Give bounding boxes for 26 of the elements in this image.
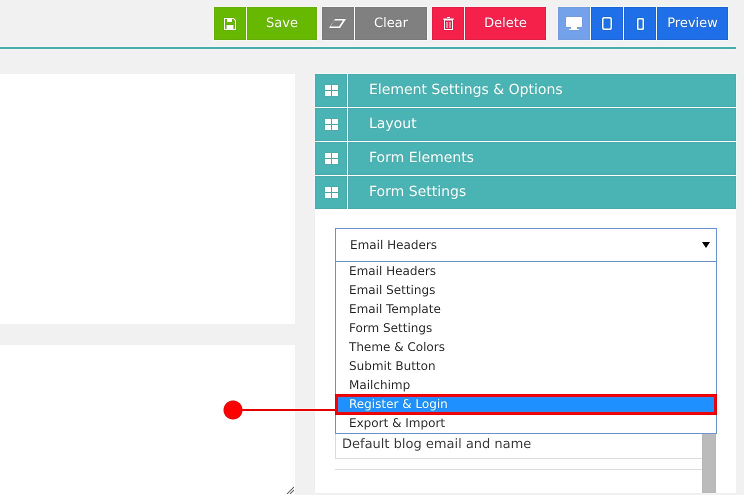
resize-grip-icon[interactable] bbox=[286, 486, 294, 494]
phone-icon bbox=[636, 18, 644, 30]
monitor-icon bbox=[566, 17, 582, 30]
tablet-icon bbox=[602, 17, 612, 30]
preview-button[interactable]: Preview bbox=[657, 7, 728, 40]
grid-icon bbox=[324, 187, 338, 198]
dropdown-option[interactable]: Mailchimp bbox=[336, 376, 716, 395]
save-icon[interactable] bbox=[214, 7, 246, 40]
settings-select[interactable]: Email Headers bbox=[335, 228, 717, 262]
dropdown-option[interactable]: Email Settings bbox=[336, 281, 716, 300]
eraser-icon[interactable] bbox=[322, 7, 354, 40]
dropdown-arrow-icon bbox=[702, 242, 710, 248]
dropdown-option[interactable]: Theme & Colors bbox=[336, 338, 716, 357]
delete-button[interactable]: Delete bbox=[465, 7, 546, 40]
phone-view-button[interactable] bbox=[624, 7, 656, 40]
monitor-view-button[interactable] bbox=[558, 7, 590, 40]
tablet-view-button[interactable] bbox=[591, 7, 623, 40]
dropdown-option[interactable]: Email Headers bbox=[336, 262, 716, 281]
clear-button[interactable]: Clear bbox=[355, 7, 427, 40]
dropdown-option[interactable]: Email Template bbox=[336, 300, 716, 319]
grid-icon bbox=[324, 85, 338, 96]
trash-icon[interactable] bbox=[432, 7, 464, 40]
dropdown-option[interactable]: Submit Button bbox=[336, 357, 716, 376]
grid-icon bbox=[324, 153, 338, 164]
grid-icon bbox=[324, 119, 338, 130]
dropdown-option[interactable]: Form Settings bbox=[336, 319, 716, 338]
